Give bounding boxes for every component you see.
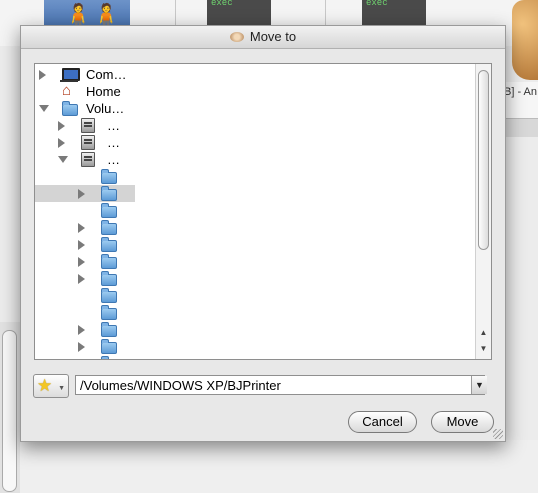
- folder-icon: [101, 356, 109, 359]
- move-to-dialog: Move to … … … Volu… ⌂ Home Com… ▲ ▼ ★ ▼ /Volum…: [20, 25, 506, 442]
- background-area: [20, 440, 538, 493]
- disclosure-expanded-icon[interactable]: [58, 156, 68, 163]
- tree-row[interactable]: [35, 287, 475, 304]
- tree-row[interactable]: [35, 236, 475, 253]
- tree-row[interactable]: [35, 219, 475, 236]
- tree-item-label: Home: [86, 84, 121, 99]
- disclosure-collapsed-icon[interactable]: [78, 342, 85, 352]
- tree-row[interactable]: [35, 202, 475, 219]
- folder-icon: [101, 220, 117, 235]
- tree-row[interactable]: …: [35, 117, 475, 134]
- disclosure-collapsed-icon[interactable]: [39, 70, 46, 80]
- folder-icon: [62, 101, 78, 116]
- tree-item-label: …: [107, 118, 120, 133]
- tree-row[interactable]: ⌂ Home: [35, 83, 475, 100]
- scroll-up-arrow-icon[interactable]: ▲: [478, 328, 489, 337]
- folder-icon: [101, 254, 117, 269]
- folder-icon: [101, 169, 117, 184]
- folder-icon: [101, 203, 117, 218]
- scrollbar-thumb[interactable]: [478, 70, 489, 250]
- dialog-titlebar[interactable]: Move to: [21, 26, 505, 49]
- favorites-button[interactable]: ★ ▼: [33, 374, 69, 398]
- folder-icon: [101, 288, 117, 303]
- chevron-down-icon: ▼: [58, 385, 65, 392]
- tree-item-label: Volu…: [86, 101, 125, 116]
- resize-grip-icon[interactable]: [493, 429, 503, 439]
- tree-row[interactable]: [35, 338, 475, 355]
- background-scrollbar: [2, 330, 17, 492]
- disclosure-collapsed-icon[interactable]: [78, 240, 85, 250]
- star-icon: ★: [37, 376, 53, 395]
- disclosure-collapsed-icon[interactable]: [78, 274, 85, 284]
- app-icon: [229, 32, 244, 42]
- path-field[interactable]: /Volumes/WINDOWS XP/BJPrinter: [75, 375, 485, 395]
- tree-row[interactable]: [35, 168, 475, 185]
- selection-highlight: [35, 185, 135, 202]
- disk-icon: [81, 118, 95, 133]
- scroll-down-arrow-icon[interactable]: ▼: [478, 344, 489, 353]
- tree-row[interactable]: [35, 304, 475, 321]
- tree-row[interactable]: [35, 253, 475, 270]
- tree-row[interactable]: …: [35, 134, 475, 151]
- tree-item-label: Com…: [86, 67, 127, 82]
- disclosure-collapsed-icon[interactable]: [78, 223, 85, 233]
- folder-icon: [101, 305, 117, 320]
- dialog-title: Move to: [249, 29, 297, 44]
- tree-row[interactable]: [35, 355, 475, 360]
- folder-icon: [101, 271, 117, 286]
- move-button[interactable]: Move: [431, 411, 494, 433]
- disk-icon: [81, 152, 95, 167]
- home-icon: ⌂: [62, 82, 72, 99]
- disclosure-collapsed-icon[interactable]: [78, 189, 85, 199]
- path-dropdown-button[interactable]: ▼: [471, 376, 487, 394]
- tree-row[interactable]: Com…: [35, 66, 475, 83]
- background-header-bar: [503, 118, 538, 137]
- disclosure-collapsed-icon[interactable]: [78, 325, 85, 335]
- tree-row[interactable]: [35, 185, 475, 202]
- disk-icon: [81, 135, 95, 150]
- tree-row[interactable]: Volu…: [35, 100, 475, 117]
- figure-icon: [512, 0, 538, 80]
- tree-item-label: …: [107, 135, 120, 150]
- disclosure-expanded-icon[interactable]: [39, 105, 49, 112]
- disclosure-collapsed-icon[interactable]: [58, 138, 65, 148]
- cancel-button[interactable]: Cancel: [348, 411, 417, 433]
- computer-icon: [60, 68, 80, 82]
- disclosure-collapsed-icon[interactable]: [58, 121, 65, 131]
- disclosure-collapsed-icon[interactable]: [78, 359, 85, 360]
- tree-item-label: …: [107, 152, 120, 167]
- folder-tree[interactable]: … … … Volu… ⌂ Home Com… ▲ ▼: [34, 63, 492, 360]
- tree-scrollbar[interactable]: ▲ ▼: [475, 64, 491, 359]
- folder-icon: [101, 186, 117, 201]
- tree-row[interactable]: [35, 321, 475, 338]
- folder-icon: [101, 322, 117, 337]
- disclosure-collapsed-icon[interactable]: [78, 257, 85, 267]
- folder-icon: [101, 237, 117, 252]
- tree-row[interactable]: …: [35, 151, 475, 168]
- background-file-name: B] - An: [504, 86, 538, 98]
- folder-icon: [101, 339, 117, 354]
- tree-row[interactable]: [35, 270, 475, 287]
